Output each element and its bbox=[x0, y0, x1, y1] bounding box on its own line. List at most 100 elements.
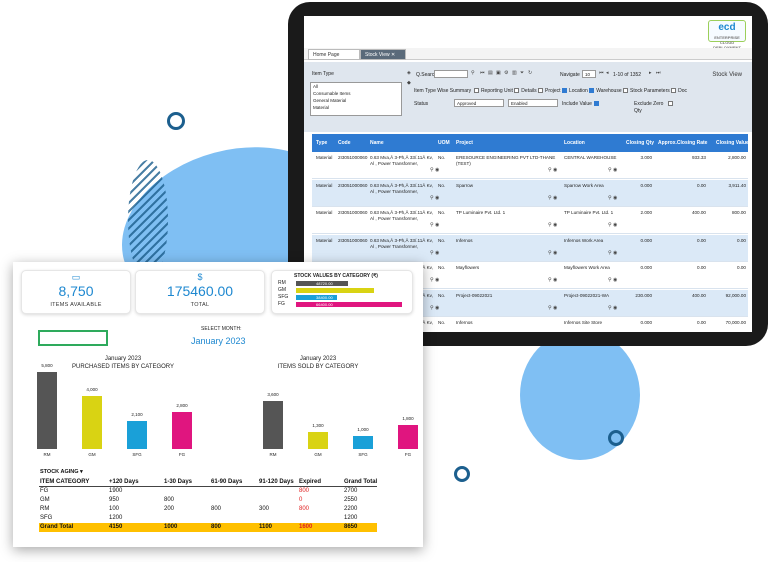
category-bar bbox=[296, 288, 375, 293]
lookup-icon[interactable]: ⚲ ◉ bbox=[608, 305, 617, 311]
column-header[interactable]: Code bbox=[338, 134, 351, 152]
table-cell: 800 bbox=[211, 524, 222, 530]
table-cell: 1600 bbox=[299, 524, 313, 530]
lookup-icon[interactable]: ⚲ ◉ bbox=[430, 277, 439, 283]
tab-home-page[interactable]: Home Page bbox=[308, 49, 360, 60]
cell-location: CENTRAL WAREHOUSE bbox=[564, 155, 617, 160]
check-label: Doc bbox=[678, 88, 688, 94]
filter-dropdown-icon[interactable]: ▾ bbox=[80, 469, 83, 475]
cell-project: TP Luminaire Pvt. Ltd. 1 bbox=[456, 210, 506, 215]
month-slicer[interactable] bbox=[38, 330, 108, 346]
cell-uom: No. bbox=[438, 320, 446, 325]
column-header[interactable]: Location bbox=[564, 134, 585, 152]
first-page-icon[interactable]: ⏮ bbox=[599, 70, 604, 76]
tag-icon[interactable]: ◆ bbox=[407, 80, 411, 86]
column-header[interactable]: Closing Value bbox=[716, 134, 749, 152]
column-header[interactable]: Closing Qty bbox=[626, 134, 654, 152]
project-checkbox[interactable] bbox=[561, 88, 567, 94]
lookup-icon[interactable]: ⚲ ◉ bbox=[430, 305, 439, 311]
lookup-icon[interactable]: ⚲ ◉ bbox=[430, 250, 439, 256]
summary-checkbox[interactable] bbox=[473, 88, 479, 94]
lookup-icon[interactable]: ⚲ ◉ bbox=[548, 277, 557, 283]
category-value: 38400.00 bbox=[316, 295, 333, 300]
tab-label: Home Page bbox=[313, 52, 340, 58]
options-row: Item Type Wise Summary Reporting Unit De… bbox=[414, 88, 687, 94]
cell-project: Mayflowers bbox=[456, 265, 480, 270]
list-item[interactable]: Consumable Items bbox=[311, 90, 401, 97]
aging-header-row: ITEM CATEGORY +120 Days 1-30 Days 61-90 Day… bbox=[39, 478, 377, 487]
column-header[interactable]: UOM bbox=[438, 134, 450, 152]
details-checkbox[interactable] bbox=[537, 88, 543, 94]
funnel-icon[interactable]: ⏷ bbox=[520, 70, 524, 76]
column-header[interactable]: Type bbox=[316, 134, 327, 152]
qsearch-input[interactable] bbox=[434, 70, 468, 78]
next-page-icon[interactable]: ▸ bbox=[649, 70, 652, 76]
page-info: 1-10 of 1352 bbox=[613, 72, 642, 78]
lookup-icon[interactable]: ⚲ ◉ bbox=[430, 167, 439, 173]
include-value-checkbox[interactable] bbox=[594, 101, 600, 107]
check-label: Location bbox=[568, 88, 588, 94]
print-icon[interactable]: ▥ bbox=[512, 70, 517, 76]
category-value: 48720.00 bbox=[316, 281, 333, 286]
list-item[interactable]: All bbox=[311, 83, 401, 90]
column-header: ITEM CATEGORY bbox=[40, 479, 90, 485]
table-row[interactable]: Material 2I30510000600.63 Mva,Â 3-Ph,Â 33… bbox=[312, 179, 748, 207]
cube-icon[interactable]: ◈ bbox=[407, 70, 411, 76]
cell-project: Infernos bbox=[456, 237, 473, 243]
cell-uom: No. bbox=[438, 265, 446, 270]
lookup-icon[interactable]: ⚲ ◉ bbox=[608, 222, 617, 228]
column-header: Grand Total bbox=[344, 479, 378, 485]
tab-stock-view[interactable]: Stock View ✕ bbox=[360, 49, 406, 60]
lookup-icon[interactable]: ⚲ ◉ bbox=[608, 250, 617, 256]
brand-logo: ecd ENTERPRISE CLOUD DEPLOYMENT bbox=[708, 20, 746, 50]
item-type-list[interactable]: All Consumable Items General Material Ma… bbox=[310, 82, 402, 116]
table-row[interactable]: Material 2I30510000600.63 Mva,Â 3-Ph,Â 33… bbox=[312, 207, 748, 234]
category-label: GM bbox=[278, 287, 287, 293]
enabled-select[interactable]: Enabled bbox=[508, 99, 558, 107]
tab-label: Stock View bbox=[365, 52, 390, 58]
lookup-icon[interactable]: ⚲ ◉ bbox=[430, 222, 439, 228]
list-item[interactable]: Material bbox=[311, 104, 401, 111]
table-row[interactable]: Material 2I30510000600.63 Mva,Â 3-Ph,Â 33… bbox=[312, 234, 748, 262]
refresh-icon[interactable]: ↻ bbox=[528, 70, 532, 76]
stock-parameters-checkbox[interactable] bbox=[670, 88, 676, 94]
table-row[interactable]: Material 2I30510000600.63 Mva,Â 3-Ph,Â 33… bbox=[312, 152, 748, 179]
lookup-icon[interactable]: ⚲ ◉ bbox=[608, 195, 617, 201]
page-size-select[interactable]: 10 bbox=[582, 70, 596, 78]
list-item[interactable]: General Material bbox=[311, 97, 401, 104]
chart-bar bbox=[308, 431, 328, 449]
exclude-zero-checkbox[interactable] bbox=[668, 101, 673, 106]
lookup-icon[interactable]: ⚲ ◉ bbox=[548, 222, 557, 228]
lookup-icon[interactable]: ⚲ ◉ bbox=[548, 195, 557, 201]
prev-page-icon[interactable]: ◂ bbox=[606, 70, 609, 76]
column-header[interactable]: Name bbox=[370, 134, 384, 152]
status-select[interactable]: Approved bbox=[454, 99, 504, 107]
lookup-icon[interactable]: ⚲ ◉ bbox=[548, 167, 557, 173]
column-header[interactable]: Project bbox=[456, 134, 473, 152]
table-cell: GM bbox=[40, 497, 50, 503]
lookup-icon[interactable]: ⚲ ◉ bbox=[608, 277, 617, 283]
chart-bar bbox=[37, 371, 57, 449]
last-page-icon[interactable]: ⏭ bbox=[656, 70, 661, 76]
cell-rate: 0.00 bbox=[697, 237, 706, 243]
lookup-icon[interactable]: ⚲ ◉ bbox=[548, 305, 557, 311]
check-label: Details bbox=[521, 88, 537, 94]
lookup-icon[interactable]: ⚲ ◉ bbox=[430, 195, 439, 201]
cell-qty: 0.000 bbox=[640, 320, 653, 325]
check-label: Reporting Unit bbox=[480, 88, 513, 94]
column-header[interactable]: Approx.Closing Rate bbox=[658, 134, 707, 152]
location-checkbox[interactable] bbox=[588, 88, 594, 94]
doc-icon[interactable]: ▣ bbox=[496, 70, 501, 76]
cell-location: Sparrow Work Area bbox=[564, 182, 604, 188]
warehouse-checkbox[interactable] bbox=[622, 88, 628, 94]
gear-icon[interactable]: ⚙ bbox=[504, 70, 508, 76]
export-icon[interactable]: ▤ bbox=[488, 70, 493, 76]
data-label: 1,000 bbox=[357, 426, 369, 432]
reporting-unit-checkbox[interactable] bbox=[513, 88, 519, 94]
lookup-icon[interactable]: ⚲ ◉ bbox=[608, 167, 617, 173]
selected-month[interactable]: January 2023 bbox=[191, 336, 246, 346]
search-icon[interactable]: ⚲ bbox=[471, 70, 475, 76]
first-page-icon[interactable]: ⏮ bbox=[480, 70, 485, 76]
sold-chart-title: January 2023 bbox=[299, 356, 337, 362]
lookup-icon[interactable]: ⚲ ◉ bbox=[548, 250, 557, 256]
